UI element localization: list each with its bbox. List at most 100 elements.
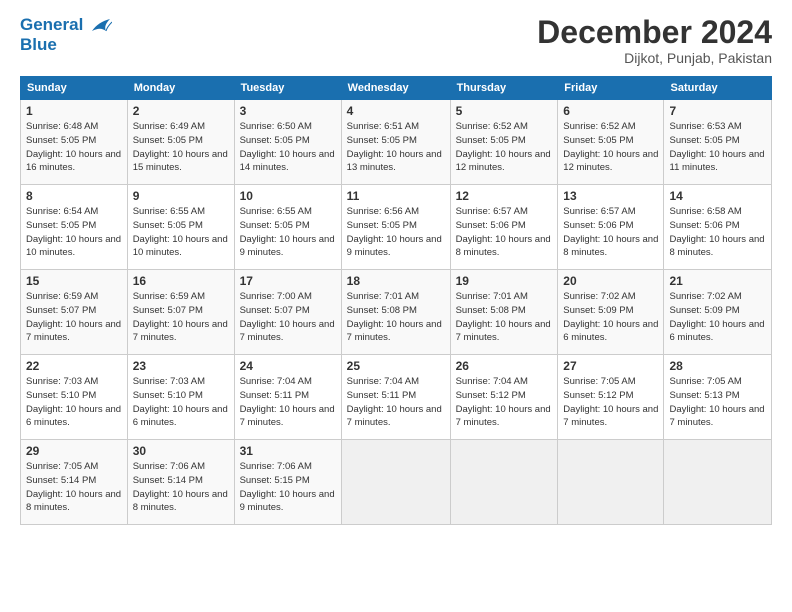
day-number: 26 bbox=[456, 359, 553, 373]
calendar-cell: 13 Sunrise: 6:57 AMSunset: 5:06 PMDaylig… bbox=[558, 185, 664, 270]
day-number: 17 bbox=[240, 274, 336, 288]
day-info: Sunrise: 6:53 AMSunset: 5:05 PMDaylight:… bbox=[669, 121, 764, 173]
calendar-cell: 16 Sunrise: 6:59 AMSunset: 5:07 PMDaylig… bbox=[127, 270, 234, 355]
day-info: Sunrise: 7:01 AMSunset: 5:08 PMDaylight:… bbox=[456, 291, 551, 343]
day-number: 1 bbox=[26, 104, 122, 118]
calendar-cell: 12 Sunrise: 6:57 AMSunset: 5:06 PMDaylig… bbox=[450, 185, 558, 270]
day-number: 15 bbox=[26, 274, 122, 288]
logo-general: General bbox=[20, 15, 83, 34]
day-info: Sunrise: 6:52 AMSunset: 5:05 PMDaylight:… bbox=[563, 121, 658, 173]
calendar-cell: 17 Sunrise: 7:00 AMSunset: 5:07 PMDaylig… bbox=[234, 270, 341, 355]
day-number: 8 bbox=[26, 189, 122, 203]
col-thursday: Thursday bbox=[450, 77, 558, 100]
calendar-cell: 6 Sunrise: 6:52 AMSunset: 5:05 PMDayligh… bbox=[558, 100, 664, 185]
col-monday: Monday bbox=[127, 77, 234, 100]
day-number: 2 bbox=[133, 104, 229, 118]
calendar-cell: 28 Sunrise: 7:05 AMSunset: 5:13 PMDaylig… bbox=[664, 355, 772, 440]
day-number: 30 bbox=[133, 444, 229, 458]
calendar-cell: 14 Sunrise: 6:58 AMSunset: 5:06 PMDaylig… bbox=[664, 185, 772, 270]
day-number: 23 bbox=[133, 359, 229, 373]
title-block: December 2024 Dijkot, Punjab, Pakistan bbox=[537, 15, 772, 66]
day-info: Sunrise: 6:49 AMSunset: 5:05 PMDaylight:… bbox=[133, 121, 228, 173]
day-number: 13 bbox=[563, 189, 658, 203]
day-info: Sunrise: 6:59 AMSunset: 5:07 PMDaylight:… bbox=[133, 291, 228, 343]
calendar-cell: 25 Sunrise: 7:04 AMSunset: 5:11 PMDaylig… bbox=[341, 355, 450, 440]
day-number: 5 bbox=[456, 104, 553, 118]
day-number: 9 bbox=[133, 189, 229, 203]
calendar-cell: 22 Sunrise: 7:03 AMSunset: 5:10 PMDaylig… bbox=[21, 355, 128, 440]
day-info: Sunrise: 7:03 AMSunset: 5:10 PMDaylight:… bbox=[26, 376, 121, 428]
day-number: 28 bbox=[669, 359, 766, 373]
day-number: 31 bbox=[240, 444, 336, 458]
day-number: 10 bbox=[240, 189, 336, 203]
week-row-1: 1 Sunrise: 6:48 AMSunset: 5:05 PMDayligh… bbox=[21, 100, 772, 185]
calendar-cell: 20 Sunrise: 7:02 AMSunset: 5:09 PMDaylig… bbox=[558, 270, 664, 355]
day-number: 11 bbox=[347, 189, 445, 203]
day-info: Sunrise: 6:58 AMSunset: 5:06 PMDaylight:… bbox=[669, 206, 764, 258]
day-number: 19 bbox=[456, 274, 553, 288]
day-info: Sunrise: 6:59 AMSunset: 5:07 PMDaylight:… bbox=[26, 291, 121, 343]
day-info: Sunrise: 6:48 AMSunset: 5:05 PMDaylight:… bbox=[26, 121, 121, 173]
day-number: 14 bbox=[669, 189, 766, 203]
day-number: 7 bbox=[669, 104, 766, 118]
calendar-cell: 11 Sunrise: 6:56 AMSunset: 5:05 PMDaylig… bbox=[341, 185, 450, 270]
calendar-cell: 4 Sunrise: 6:51 AMSunset: 5:05 PMDayligh… bbox=[341, 100, 450, 185]
day-number: 29 bbox=[26, 444, 122, 458]
calendar-cell: 27 Sunrise: 7:05 AMSunset: 5:12 PMDaylig… bbox=[558, 355, 664, 440]
header-row: Sunday Monday Tuesday Wednesday Thursday… bbox=[21, 77, 772, 100]
calendar-cell: 18 Sunrise: 7:01 AMSunset: 5:08 PMDaylig… bbox=[341, 270, 450, 355]
calendar-cell: 2 Sunrise: 6:49 AMSunset: 5:05 PMDayligh… bbox=[127, 100, 234, 185]
day-info: Sunrise: 6:52 AMSunset: 5:05 PMDaylight:… bbox=[456, 121, 551, 173]
day-info: Sunrise: 7:04 AMSunset: 5:12 PMDaylight:… bbox=[456, 376, 551, 428]
calendar-cell: 21 Sunrise: 7:02 AMSunset: 5:09 PMDaylig… bbox=[664, 270, 772, 355]
day-number: 24 bbox=[240, 359, 336, 373]
week-row-2: 8 Sunrise: 6:54 AMSunset: 5:05 PMDayligh… bbox=[21, 185, 772, 270]
day-info: Sunrise: 7:01 AMSunset: 5:08 PMDaylight:… bbox=[347, 291, 442, 343]
day-info: Sunrise: 7:05 AMSunset: 5:13 PMDaylight:… bbox=[669, 376, 764, 428]
day-info: Sunrise: 6:51 AMSunset: 5:05 PMDaylight:… bbox=[347, 121, 442, 173]
logo: General Blue bbox=[20, 15, 112, 54]
calendar-cell: 31 Sunrise: 7:06 AMSunset: 5:15 PMDaylig… bbox=[234, 440, 341, 525]
calendar-cell: 24 Sunrise: 7:04 AMSunset: 5:11 PMDaylig… bbox=[234, 355, 341, 440]
day-info: Sunrise: 7:04 AMSunset: 5:11 PMDaylight:… bbox=[347, 376, 442, 428]
day-info: Sunrise: 7:06 AMSunset: 5:14 PMDaylight:… bbox=[133, 461, 228, 513]
col-friday: Friday bbox=[558, 77, 664, 100]
week-row-3: 15 Sunrise: 6:59 AMSunset: 5:07 PMDaylig… bbox=[21, 270, 772, 355]
calendar-cell: 8 Sunrise: 6:54 AMSunset: 5:05 PMDayligh… bbox=[21, 185, 128, 270]
calendar-cell: 1 Sunrise: 6:48 AMSunset: 5:05 PMDayligh… bbox=[21, 100, 128, 185]
calendar-cell: 10 Sunrise: 6:55 AMSunset: 5:05 PMDaylig… bbox=[234, 185, 341, 270]
day-info: Sunrise: 6:55 AMSunset: 5:05 PMDaylight:… bbox=[240, 206, 335, 258]
day-info: Sunrise: 7:03 AMSunset: 5:10 PMDaylight:… bbox=[133, 376, 228, 428]
day-info: Sunrise: 6:55 AMSunset: 5:05 PMDaylight:… bbox=[133, 206, 228, 258]
day-info: Sunrise: 7:06 AMSunset: 5:15 PMDaylight:… bbox=[240, 461, 335, 513]
day-info: Sunrise: 7:02 AMSunset: 5:09 PMDaylight:… bbox=[669, 291, 764, 343]
col-sunday: Sunday bbox=[21, 77, 128, 100]
day-number: 21 bbox=[669, 274, 766, 288]
calendar-cell: 9 Sunrise: 6:55 AMSunset: 5:05 PMDayligh… bbox=[127, 185, 234, 270]
calendar-page: General Blue December 2024 Dijkot, Punja… bbox=[0, 0, 792, 612]
location: Dijkot, Punjab, Pakistan bbox=[537, 50, 772, 66]
calendar-cell bbox=[558, 440, 664, 525]
calendar-cell: 23 Sunrise: 7:03 AMSunset: 5:10 PMDaylig… bbox=[127, 355, 234, 440]
day-info: Sunrise: 6:54 AMSunset: 5:05 PMDaylight:… bbox=[26, 206, 121, 258]
day-info: Sunrise: 6:57 AMSunset: 5:06 PMDaylight:… bbox=[456, 206, 551, 258]
day-number: 12 bbox=[456, 189, 553, 203]
calendar-table: Sunday Monday Tuesday Wednesday Thursday… bbox=[20, 76, 772, 525]
col-tuesday: Tuesday bbox=[234, 77, 341, 100]
calendar-cell: 7 Sunrise: 6:53 AMSunset: 5:05 PMDayligh… bbox=[664, 100, 772, 185]
day-number: 16 bbox=[133, 274, 229, 288]
calendar-cell: 15 Sunrise: 6:59 AMSunset: 5:07 PMDaylig… bbox=[21, 270, 128, 355]
day-number: 18 bbox=[347, 274, 445, 288]
day-number: 6 bbox=[563, 104, 658, 118]
calendar-cell: 30 Sunrise: 7:06 AMSunset: 5:14 PMDaylig… bbox=[127, 440, 234, 525]
day-info: Sunrise: 7:05 AMSunset: 5:12 PMDaylight:… bbox=[563, 376, 658, 428]
day-number: 20 bbox=[563, 274, 658, 288]
day-number: 22 bbox=[26, 359, 122, 373]
logo-blue: Blue bbox=[20, 35, 112, 55]
day-info: Sunrise: 7:00 AMSunset: 5:07 PMDaylight:… bbox=[240, 291, 335, 343]
calendar-cell: 29 Sunrise: 7:05 AMSunset: 5:14 PMDaylig… bbox=[21, 440, 128, 525]
day-number: 25 bbox=[347, 359, 445, 373]
day-info: Sunrise: 6:50 AMSunset: 5:05 PMDaylight:… bbox=[240, 121, 335, 173]
day-info: Sunrise: 7:05 AMSunset: 5:14 PMDaylight:… bbox=[26, 461, 121, 513]
month-title: December 2024 bbox=[537, 15, 772, 50]
